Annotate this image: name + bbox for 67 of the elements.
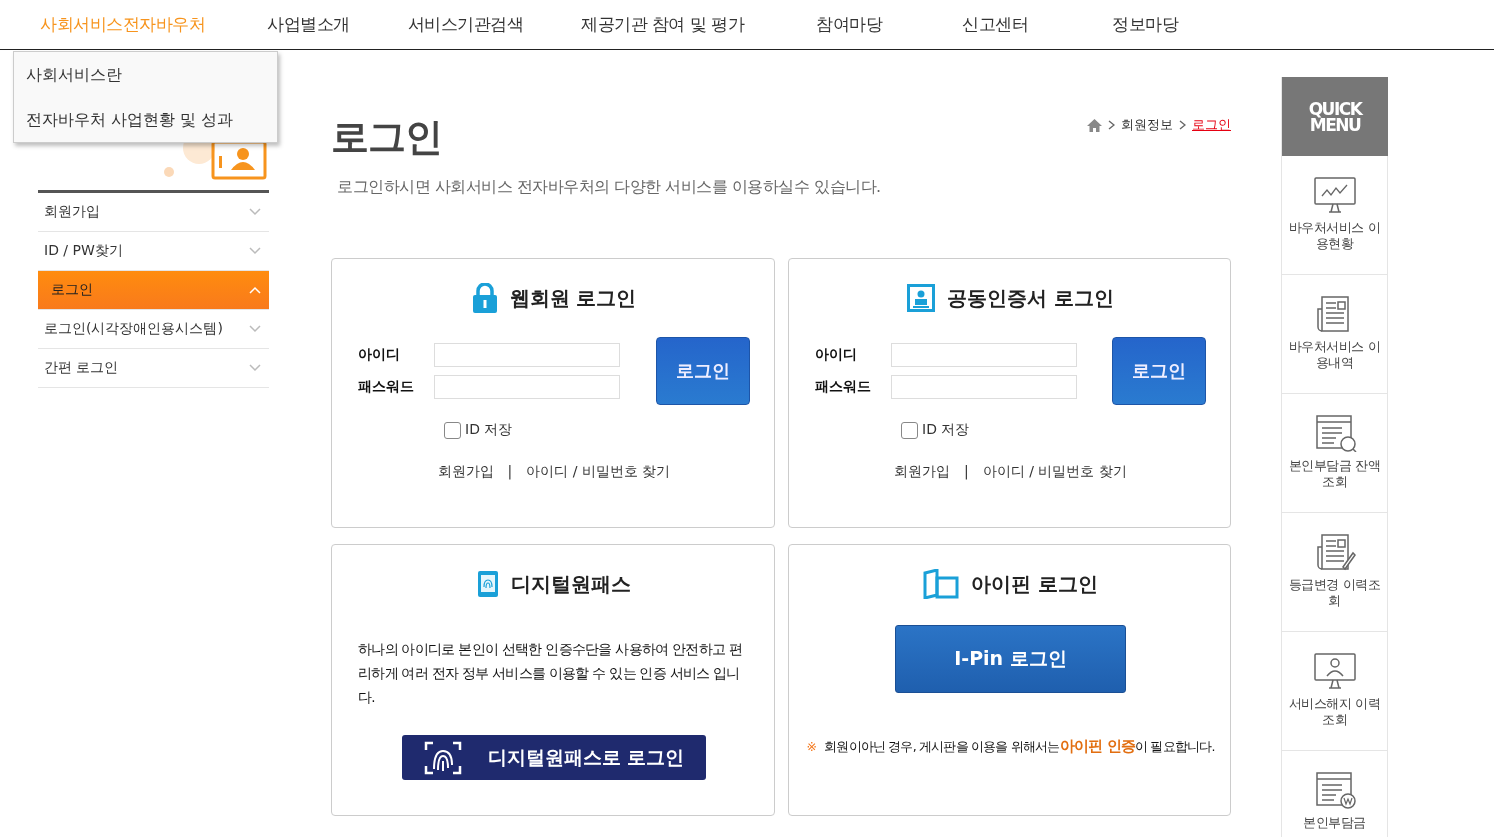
field-label: 아이디 (815, 346, 858, 364)
home-icon (1087, 118, 1102, 132)
lock-icon (471, 283, 498, 313)
link-separator: | (507, 463, 513, 481)
nav-menu-item[interactable]: 제공기관 참여 및 평가 (581, 13, 745, 36)
dropdown-item[interactable]: 사회서비스란 (14, 52, 277, 97)
phone-fingerprint-icon (477, 570, 499, 598)
nav-menu-item[interactable]: 사업별소개 (267, 13, 350, 36)
card-title: 공동인증서 로그인 (947, 284, 1114, 312)
notice-text: 회원이아닌 경우, 게시판을 이용을 위해서는아이핀 인증이 필요합니다. (824, 737, 1215, 756)
link-separator: | (964, 463, 969, 481)
login-button[interactable]: 로그인 (656, 337, 750, 405)
card-title: 아이핀 로그인 (971, 570, 1098, 598)
login-button[interactable]: 로그인 (1112, 337, 1206, 405)
nav-menu-item[interactable]: 정보마당 (1112, 13, 1179, 36)
nav-menu-item[interactable]: 참여마당 (816, 13, 883, 36)
chevron-right-icon (1179, 120, 1186, 130)
checkbox[interactable] (444, 421, 461, 439)
checkbox[interactable] (901, 421, 918, 439)
chevron-down-icon (249, 325, 261, 333)
field-label: 패스워드 (358, 378, 415, 396)
quick-menu-item[interactable]: 등급변경 이력조회 (1282, 513, 1387, 632)
quick-menu-title: QUICK MENU (1282, 77, 1388, 156)
breadcrumb-link[interactable]: 회원정보 (1121, 116, 1173, 134)
chevron-up-icon (249, 286, 261, 294)
field-label: 아이디 (358, 346, 401, 364)
description-text: 하나의 아이디로 본인이 선택한 인증수단을 사용하여 안전하고 편리하게 여러 전자 정부 서비스를 이용할 수 있는 인증 서비스 입니다. (358, 640, 743, 707)
chevron-down-icon (249, 247, 261, 255)
id-input-field[interactable] (434, 343, 620, 367)
page-title: 로그인 (331, 114, 442, 161)
monitor-person-icon (1312, 652, 1357, 690)
dropdown-item[interactable]: 전자바우처 사업현황 및 성과 (14, 97, 277, 142)
nav-menu-item[interactable]: 신고센터 (962, 13, 1029, 36)
checkbox-label: ID 저장 (465, 421, 513, 439)
chevron-down-icon (249, 364, 261, 372)
quick-menu-item[interactable]: 바우처서비스 이용내역 (1282, 275, 1387, 394)
password-input-field[interactable] (434, 375, 620, 399)
password-input-field[interactable] (891, 375, 1077, 399)
find-account-link[interactable]: 아이디 / 비밀번호 찾기 (526, 463, 671, 481)
sidebar-item[interactable]: 로그인(시각장애인용시스템) (38, 310, 269, 349)
monitor-chart-icon (1312, 176, 1357, 214)
find-account-link[interactable]: 아이디 / 비밀번호 찾기 (982, 463, 1127, 481)
id-input-field[interactable] (891, 343, 1077, 367)
sidebar-item[interactable]: 로그인 (38, 271, 269, 310)
quick-menu-item[interactable]: 본인부담금 (1282, 751, 1387, 837)
quick-menu-item[interactable]: 본인부담금 잔액조회 (1282, 394, 1387, 513)
breadcrumb-link[interactable]: 로그인 (1192, 116, 1231, 134)
checkbox-label: ID 저장 (922, 421, 970, 439)
sidebar-item[interactable]: 간편 로그인 (38, 349, 269, 388)
nav-menu-item[interactable]: 서비스기관검색 (407, 13, 523, 36)
quick-menu-item[interactable]: 바우처서비스 이용현황 (1282, 156, 1387, 275)
signup-link[interactable]: 회원가입 (437, 463, 494, 481)
card-title: 디지털원패스 (511, 570, 631, 598)
digital-onepass-login-button[interactable]: 디지털원패스로 로그인 (402, 735, 706, 780)
sidebar-item[interactable]: 회원가입 (38, 193, 269, 232)
ipin-login-button[interactable]: I-Pin 로그인 (895, 625, 1126, 693)
overlapping-windows-icon (923, 569, 959, 599)
field-label: 패스워드 (815, 378, 872, 396)
certificate-icon (907, 284, 935, 312)
quick-menu-item[interactable]: 서비스해지 이력조회 (1282, 632, 1387, 751)
chevron-down-icon (249, 208, 261, 216)
page-subtitle: 로그인하시면 사회서비스 전자바우처의 다양한 서비스를 이용하실수 있습니다. (337, 177, 882, 198)
note-mark: ※ (806, 739, 817, 754)
fingerprint-icon (423, 740, 462, 775)
signup-link[interactable]: 회원가입 (894, 463, 951, 481)
card-title: 웹회원 로그인 (509, 284, 637, 312)
chevron-right-icon (1108, 120, 1115, 130)
